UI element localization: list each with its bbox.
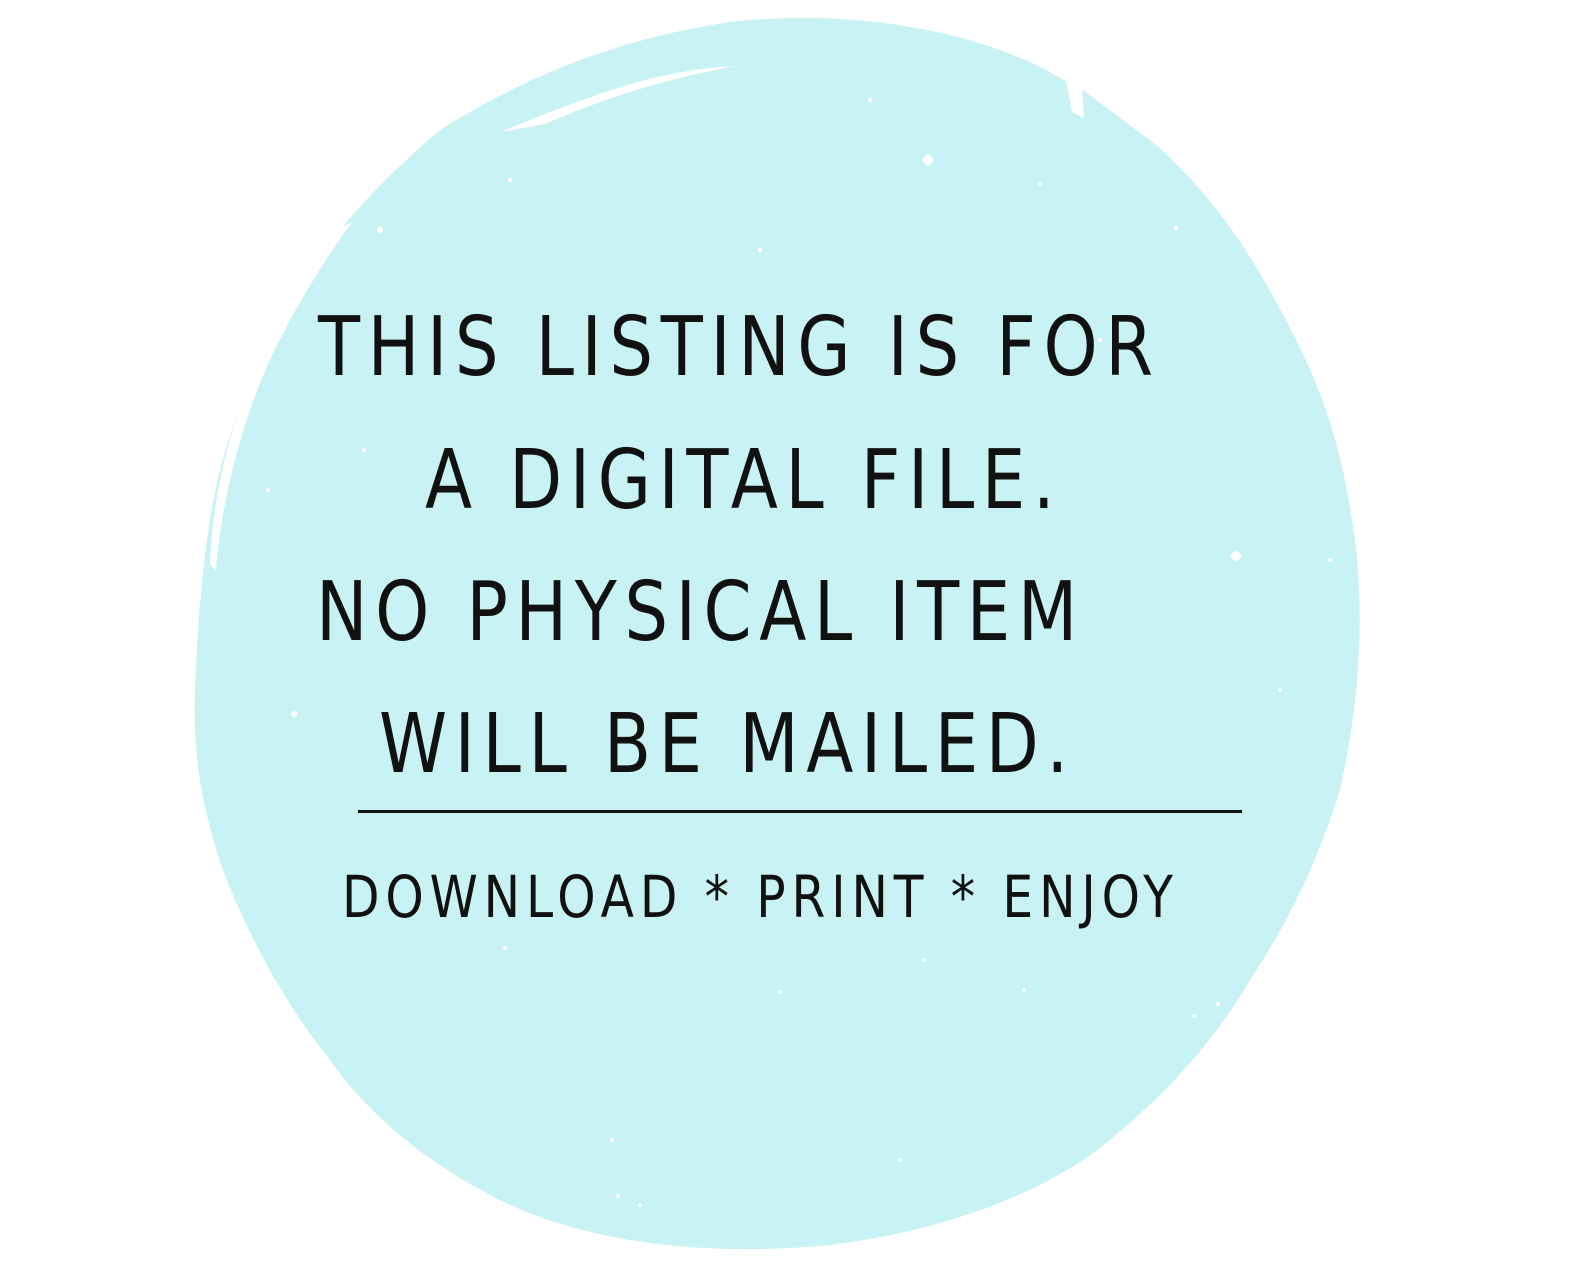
notice-line-1: THIS LISTING IS FOR [318,300,1161,395]
notice-line-4: WILL BE MAILED. [379,697,1076,792]
notice-graphic: THIS LISTING IS FOR A DIGITAL FILE. NO P… [0,0,1588,1270]
divider-line [358,810,1242,813]
notice-line-3: NO PHYSICAL ITEM [316,565,1085,660]
tagline: DOWNLOAD * PRINT * ENJOY [342,863,1179,931]
notice-line-2: A DIGITAL FILE. [425,433,1063,528]
